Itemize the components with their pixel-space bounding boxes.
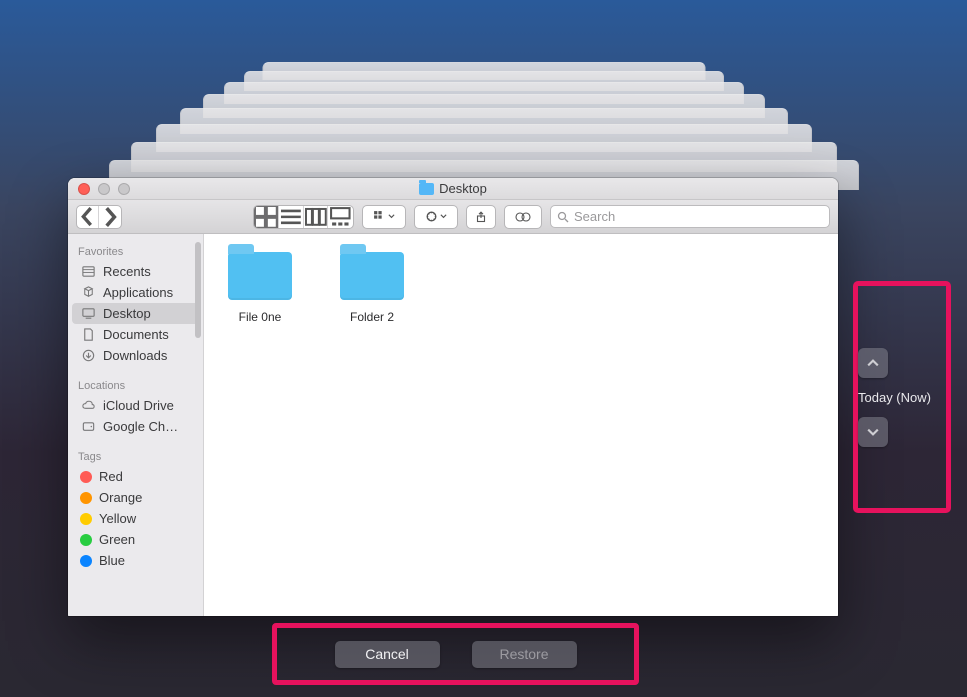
downloads-icon xyxy=(80,348,96,363)
share-button[interactable] xyxy=(466,205,496,229)
sidebar-item-recents[interactable]: Recents xyxy=(68,261,203,282)
folder-icon xyxy=(419,183,434,195)
sidebar-item-label: iCloud Drive xyxy=(103,398,174,413)
tag-dot-icon xyxy=(80,513,92,525)
forward-button[interactable] xyxy=(99,206,121,228)
sidebar-item-label: Orange xyxy=(99,490,142,505)
sidebar-item-documents[interactable]: Documents xyxy=(68,324,203,345)
sidebar-item-downloads[interactable]: Downloads xyxy=(68,345,203,366)
icloud-icon xyxy=(80,398,96,413)
file-item[interactable]: Folder 2 xyxy=(336,252,408,324)
sidebar-scrollbar[interactable] xyxy=(195,242,201,338)
toolbar xyxy=(68,200,838,234)
sidebar-section-label: Favorites xyxy=(68,242,203,261)
tags-button[interactable] xyxy=(504,205,542,229)
titlebar: Desktop xyxy=(68,178,838,200)
bottom-button-row: Cancel Restore xyxy=(272,623,639,685)
back-button[interactable] xyxy=(77,206,99,228)
action-menu-button[interactable] xyxy=(414,205,458,229)
sidebar-item-applications[interactable]: Applications xyxy=(68,282,203,303)
file-browser-content[interactable]: File 0ne Folder 2 xyxy=(204,234,838,616)
list-view-button[interactable] xyxy=(279,206,304,228)
tag-dot-icon xyxy=(80,534,92,546)
tag-dot-icon xyxy=(80,471,92,483)
folder-icon xyxy=(340,252,404,300)
recents-icon xyxy=(80,264,96,279)
search-icon xyxy=(557,211,569,223)
sidebar-item-label: Green xyxy=(99,532,135,547)
sidebar-item-label: Recents xyxy=(103,264,151,279)
view-mode-buttons xyxy=(253,205,354,229)
documents-icon xyxy=(80,327,96,342)
timeline-up-button[interactable] xyxy=(858,348,888,378)
sidebar-item-label: Desktop xyxy=(103,306,151,321)
sidebar-tag-yellow[interactable]: Yellow xyxy=(68,508,203,529)
sidebar-item-label: Google Ch… xyxy=(103,419,178,434)
sidebar-section-label: Tags xyxy=(68,447,203,466)
folder-icon xyxy=(228,252,292,300)
sidebar-item-label: Applications xyxy=(103,285,173,300)
file-item[interactable]: File 0ne xyxy=(224,252,296,324)
timeline-label: Today (Now) xyxy=(858,390,931,405)
group-by-button[interactable] xyxy=(362,205,406,229)
file-label: Folder 2 xyxy=(350,310,394,324)
tag-dot-icon xyxy=(80,492,92,504)
disk-icon xyxy=(80,419,96,434)
timeline-panel: Today (Now) xyxy=(858,286,946,508)
desktop-icon xyxy=(80,306,96,321)
column-view-button[interactable] xyxy=(304,206,329,228)
window-title-text: Desktop xyxy=(439,181,487,196)
sidebar-item-label: Yellow xyxy=(99,511,136,526)
sidebar-tag-red[interactable]: Red xyxy=(68,466,203,487)
restore-button[interactable]: Restore xyxy=(472,641,577,668)
sidebar-tag-orange[interactable]: Orange xyxy=(68,487,203,508)
sidebar-tag-blue[interactable]: Blue xyxy=(68,550,203,571)
nav-buttons xyxy=(76,205,122,229)
timeline-down-button[interactable] xyxy=(858,417,888,447)
file-label: File 0ne xyxy=(239,310,282,324)
sidebar-item-label: Red xyxy=(99,469,123,484)
sidebar-item-desktop[interactable]: Desktop xyxy=(72,303,199,324)
gallery-view-button[interactable] xyxy=(328,206,353,228)
sidebar-section-label: Locations xyxy=(68,376,203,395)
sidebar-item-label: Downloads xyxy=(103,348,167,363)
sidebar-item-icloud[interactable]: iCloud Drive xyxy=(68,395,203,416)
search-field[interactable] xyxy=(550,205,830,228)
cancel-button[interactable]: Cancel xyxy=(335,641,440,668)
sidebar-tag-green[interactable]: Green xyxy=(68,529,203,550)
window-title: Desktop xyxy=(68,181,838,196)
sidebar-item-google-chrome[interactable]: Google Ch… xyxy=(68,416,203,437)
icon-view-button[interactable] xyxy=(254,206,279,228)
sidebar-item-label: Blue xyxy=(99,553,125,568)
applications-icon xyxy=(80,285,96,300)
sidebar-item-label: Documents xyxy=(103,327,169,342)
sidebar: Favorites Recents Applications Desktop D… xyxy=(68,234,204,616)
finder-window: Desktop xyxy=(68,178,838,616)
tag-dot-icon xyxy=(80,555,92,567)
search-input[interactable] xyxy=(574,209,823,224)
